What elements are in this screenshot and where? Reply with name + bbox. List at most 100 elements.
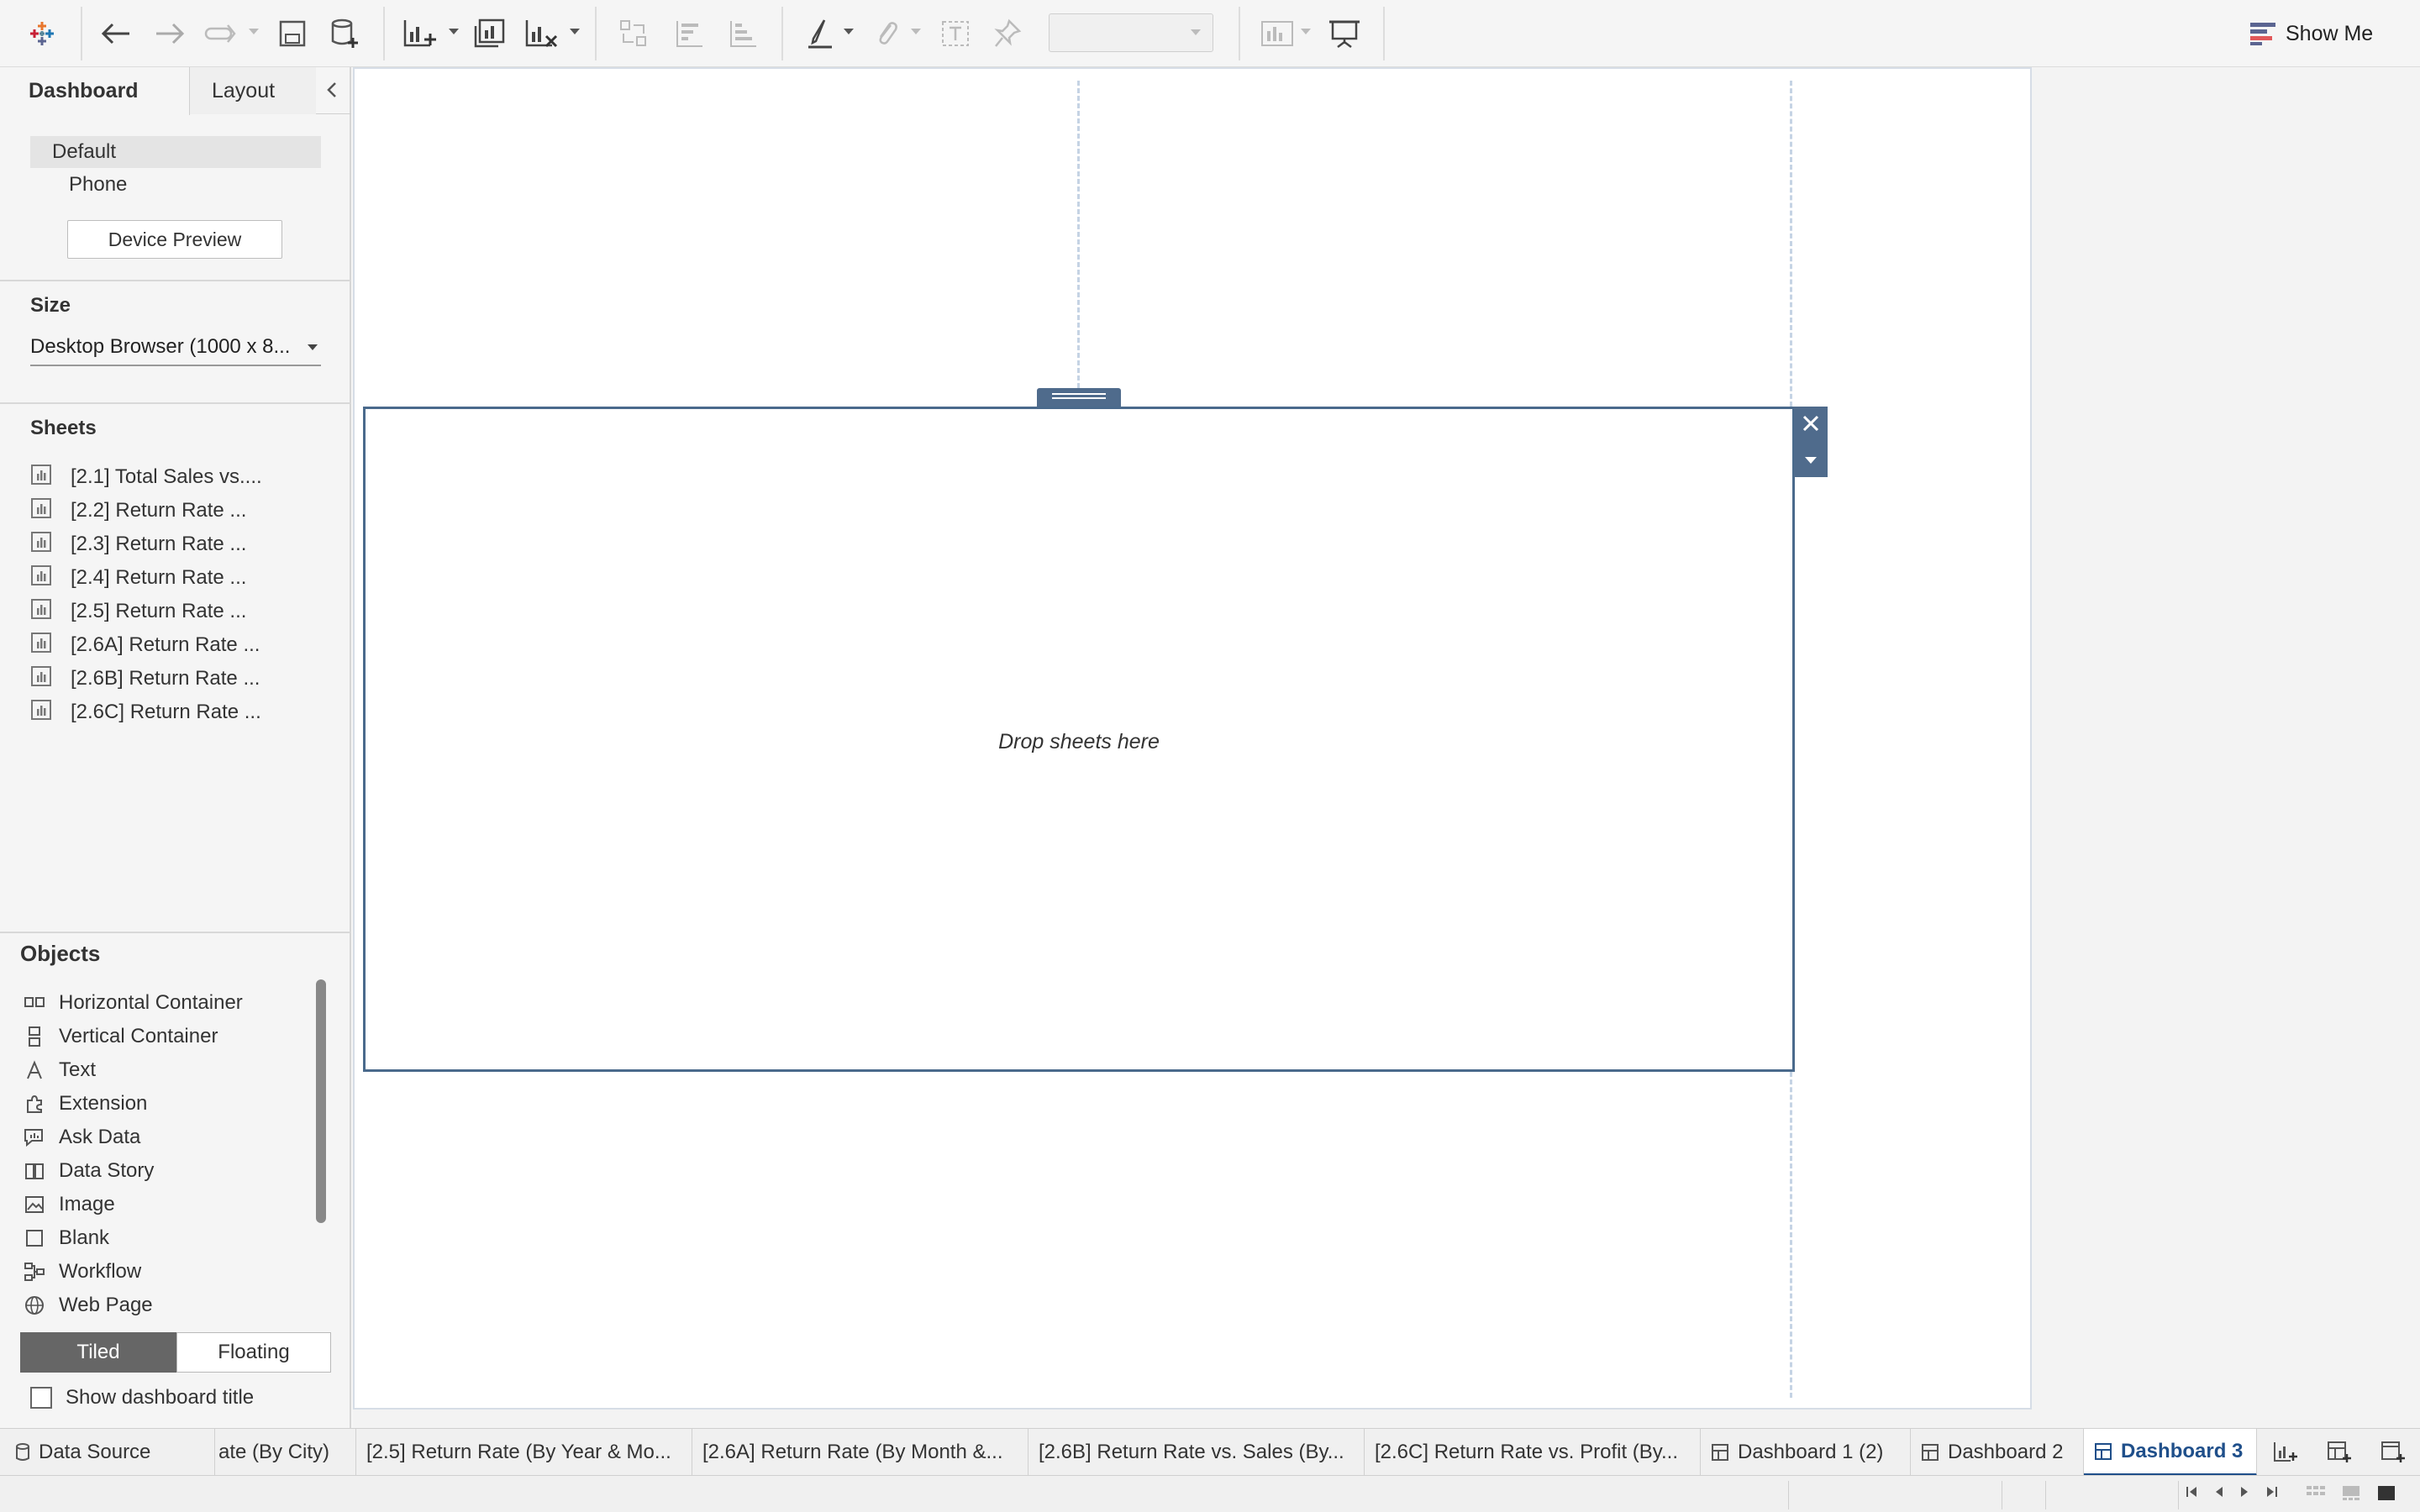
previous-sheet-icon[interactable] — [2212, 1484, 2227, 1504]
fit-select[interactable] — [1049, 13, 1213, 52]
object-item[interactable]: Text — [24, 1053, 309, 1087]
new-worksheet-caret-icon[interactable] — [449, 29, 459, 34]
object-item[interactable]: Web Page — [24, 1289, 309, 1322]
undo-icon[interactable] — [97, 15, 134, 52]
container-controls — [1794, 407, 1828, 477]
redo-icon[interactable] — [151, 15, 188, 52]
sheet-tab[interactable]: [2.6A] Return Rate (By Month &... — [692, 1429, 1028, 1476]
container-grip-handle[interactable] — [1037, 388, 1121, 407]
objects-scrollbar[interactable] — [316, 979, 326, 1223]
tableau-logo-icon[interactable] — [24, 15, 60, 52]
object-item[interactable]: Extension — [24, 1087, 309, 1121]
layout-guide — [1790, 1072, 1792, 1398]
collapse-panel-icon[interactable] — [324, 79, 345, 102]
size-select[interactable]: Desktop Browser (1000 x 8... — [30, 331, 321, 366]
show-dashboard-title-checkbox[interactable]: Show dashboard title — [30, 1386, 254, 1410]
object-item[interactable]: Workflow — [24, 1255, 309, 1289]
sheet-item[interactable]: [2.2] Return Rate ... — [30, 494, 341, 528]
sheet-item[interactable]: [2.5] Return Rate ... — [30, 595, 341, 628]
dashboard-tab[interactable]: Dashboard 1 (2) — [1701, 1429, 1911, 1476]
new-story-tab-icon[interactable] — [2376, 1437, 2410, 1467]
tab-data-source[interactable]: Data Source — [0, 1429, 215, 1476]
device-preview-button[interactable]: Device Preview — [67, 220, 282, 259]
object-item[interactable]: Vertical Container — [24, 1020, 309, 1053]
new-worksheet-icon[interactable] — [400, 15, 440, 52]
dashboard-tab[interactable]: Dashboard 2 — [1911, 1429, 2084, 1476]
pin-axes-icon[interactable] — [990, 15, 1025, 52]
object-item-label: Image — [59, 1193, 115, 1215]
worksheet-icon — [30, 699, 55, 727]
highlight-caret-icon[interactable] — [844, 29, 854, 34]
new-dashboard-tab-icon[interactable] — [2323, 1437, 2356, 1467]
tiled-button[interactable]: Tiled — [20, 1332, 176, 1373]
sheet-item[interactable]: [2.6B] Return Rate ... — [30, 662, 341, 696]
sheet-sorter-icon[interactable] — [2306, 1484, 2326, 1505]
show-labels-icon[interactable] — [938, 15, 973, 52]
status-separator — [2045, 1481, 2046, 1509]
divider — [0, 402, 351, 404]
tab-label: [2.6A] Return Rate (By Month &... — [702, 1441, 1003, 1463]
presentation-mode-icon[interactable] — [1324, 15, 1365, 52]
clear-sheet-icon[interactable] — [523, 15, 561, 52]
object-item[interactable]: Data Story — [24, 1154, 309, 1188]
tab-layout[interactable]: Layout — [190, 67, 316, 114]
toolbar-separator — [383, 7, 385, 60]
show-hide-cards-icon[interactable] — [1257, 15, 1297, 52]
device-default[interactable]: Default — [30, 136, 321, 168]
duplicate-sheet-icon[interactable] — [471, 15, 509, 52]
sheet-item[interactable]: [2.4] Return Rate ... — [30, 561, 341, 595]
object-item[interactable]: Ask Data — [24, 1121, 309, 1154]
sort-ascending-icon[interactable] — [671, 15, 708, 52]
show-me-button[interactable]: Show Me — [2249, 18, 2373, 49]
sheet-item[interactable]: [2.3] Return Rate ... — [30, 528, 341, 561]
drop-zone[interactable]: Drop sheets here — [363, 407, 1795, 1072]
new-data-source-icon[interactable] — [326, 15, 363, 52]
object-item[interactable]: Image — [24, 1188, 309, 1221]
floating-button[interactable]: Floating — [176, 1332, 331, 1373]
divider — [0, 932, 351, 933]
tabs-view-icon[interactable] — [2376, 1484, 2396, 1505]
device-phone[interactable]: Phone — [69, 170, 127, 200]
object-item[interactable]: Blank — [24, 1221, 309, 1255]
sheet-item-label: [2.6C] Return Rate ... — [71, 701, 261, 723]
tab-dashboard[interactable]: Dashboard — [0, 67, 190, 115]
objects-list: Horizontal Container Vertical Container Te… — [24, 986, 309, 1322]
show-dashboard-title-label: Show dashboard title — [66, 1386, 255, 1409]
highlight-icon[interactable] — [802, 15, 839, 52]
worksheet-icon — [30, 564, 55, 592]
checkbox[interactable] — [30, 1387, 52, 1409]
swap-rows-columns-icon[interactable] — [615, 15, 652, 52]
close-icon[interactable] — [1794, 407, 1828, 442]
replay-caret-icon[interactable] — [249, 29, 259, 34]
sheet-tab[interactable]: [2.6C] Return Rate vs. Profit (By... — [1365, 1429, 1701, 1476]
toolbar-separator — [595, 7, 597, 60]
sheet-item-label: [2.3] Return Rate ... — [71, 533, 247, 555]
sheet-tab[interactable]: ate (By City) — [215, 1429, 356, 1476]
group-members-icon[interactable] — [869, 15, 904, 52]
clear-sheet-caret-icon[interactable] — [570, 29, 580, 34]
last-sheet-icon[interactable] — [2264, 1484, 2279, 1504]
dashboard-tab-active[interactable]: Dashboard 3 — [2084, 1429, 2257, 1476]
more-options-icon[interactable] — [1805, 457, 1817, 464]
save-icon[interactable] — [274, 15, 311, 52]
sheet-tab[interactable]: [2.6B] Return Rate vs. Sales (By... — [1028, 1429, 1365, 1476]
extension-icon — [24, 1094, 45, 1114]
sort-descending-icon[interactable] — [724, 15, 761, 52]
next-sheet-icon[interactable] — [2237, 1484, 2252, 1504]
status-bar — [0, 1475, 2420, 1512]
sheet-item[interactable]: [2.6A] Return Rate ... — [30, 628, 341, 662]
tab-label: ate (By City) — [218, 1441, 330, 1463]
data-story-icon — [24, 1161, 45, 1181]
new-worksheet-tab-icon[interactable] — [2269, 1437, 2302, 1467]
show-me-label: Show Me — [2286, 21, 2374, 45]
group-caret-icon[interactable] — [911, 29, 921, 34]
object-item-label: Workflow — [59, 1260, 142, 1283]
sheet-tab[interactable]: [2.5] Return Rate (By Year & Mo... — [356, 1429, 692, 1476]
replay-icon[interactable] — [202, 15, 240, 52]
cards-caret-icon[interactable] — [1301, 29, 1311, 34]
sheet-item[interactable]: [2.6C] Return Rate ... — [30, 696, 341, 729]
sheet-item[interactable]: [2.1] Total Sales vs.... — [30, 460, 341, 494]
filmstrip-icon[interactable] — [2341, 1484, 2361, 1505]
first-sheet-icon[interactable] — [2185, 1484, 2200, 1504]
object-item[interactable]: Horizontal Container — [24, 986, 309, 1020]
